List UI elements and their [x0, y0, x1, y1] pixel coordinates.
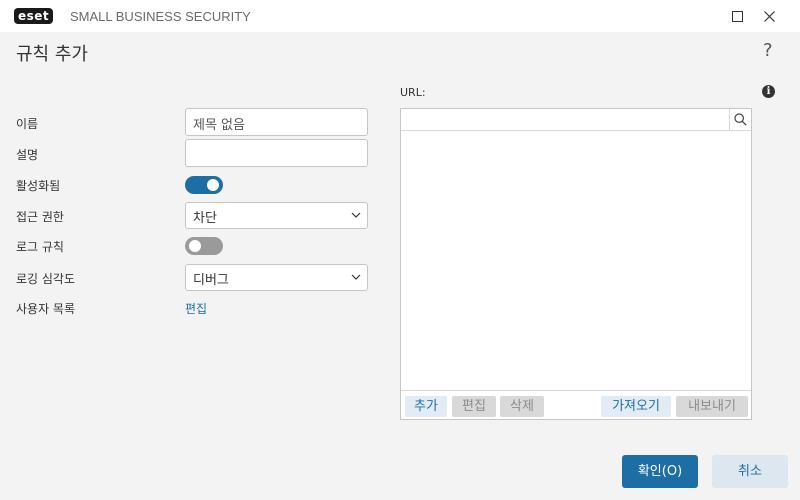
log-severity-label: 로깅 심각도 — [16, 272, 76, 286]
enabled-toggle[interactable] — [185, 176, 223, 194]
url-search-input[interactable] — [401, 109, 729, 130]
log-severity-value: 디버그 — [193, 273, 229, 288]
chevron-down-icon — [351, 212, 361, 218]
name-label: 이름 — [16, 117, 39, 131]
toggle-knob — [207, 179, 219, 191]
close-button[interactable] — [759, 6, 779, 26]
add-url-button[interactable]: 추가 — [405, 396, 447, 417]
eset-logo: eset — [14, 7, 54, 25]
toggle-knob — [189, 240, 201, 252]
user-list-edit-link[interactable]: 편집 — [185, 300, 207, 317]
log-rule-toggle[interactable] — [185, 237, 223, 255]
close-icon — [763, 10, 775, 22]
info-icon[interactable]: i — [762, 85, 775, 98]
logo-text: eset — [14, 8, 54, 24]
url-search-bar — [401, 109, 751, 131]
name-input[interactable]: 제목 없음 — [185, 108, 368, 136]
maximize-icon — [731, 10, 743, 22]
access-select[interactable]: 차단 — [185, 202, 368, 229]
dialog-title: 규칙 추가 — [16, 44, 88, 65]
ok-button[interactable]: 확인(O) — [622, 455, 698, 488]
user-list-label: 사용자 목록 — [16, 302, 76, 316]
title-bar: eset SMALL BUSINESS SECURITY — [0, 0, 800, 32]
search-icon — [734, 113, 747, 126]
url-actions-bar: 추가 편집 삭제 가져오기 내보내기 — [401, 390, 751, 419]
maximize-button[interactable] — [727, 6, 747, 26]
delete-url-button[interactable]: 삭제 — [500, 396, 544, 417]
log-severity-select[interactable]: 디버그 — [185, 264, 368, 291]
description-label: 설명 — [16, 148, 39, 162]
product-name: SMALL BUSINESS SECURITY — [70, 9, 251, 24]
cancel-button[interactable]: 취소 — [712, 455, 788, 488]
access-value: 차단 — [193, 211, 217, 226]
import-button[interactable]: 가져오기 — [601, 396, 671, 417]
chevron-down-icon — [351, 274, 361, 280]
access-label: 접근 권한 — [16, 210, 64, 224]
url-list[interactable] — [401, 132, 751, 390]
log-rule-label: 로그 규칙 — [16, 240, 64, 254]
search-button[interactable] — [729, 109, 751, 130]
url-list-panel: 추가 편집 삭제 가져오기 내보내기 — [400, 108, 752, 420]
export-button[interactable]: 내보내기 — [676, 396, 748, 417]
edit-url-button[interactable]: 편집 — [452, 396, 496, 417]
enabled-label: 활성화됨 — [16, 179, 61, 193]
help-button[interactable]: ? — [763, 40, 773, 61]
url-label: URL: — [400, 86, 426, 99]
description-input[interactable] — [185, 139, 368, 167]
